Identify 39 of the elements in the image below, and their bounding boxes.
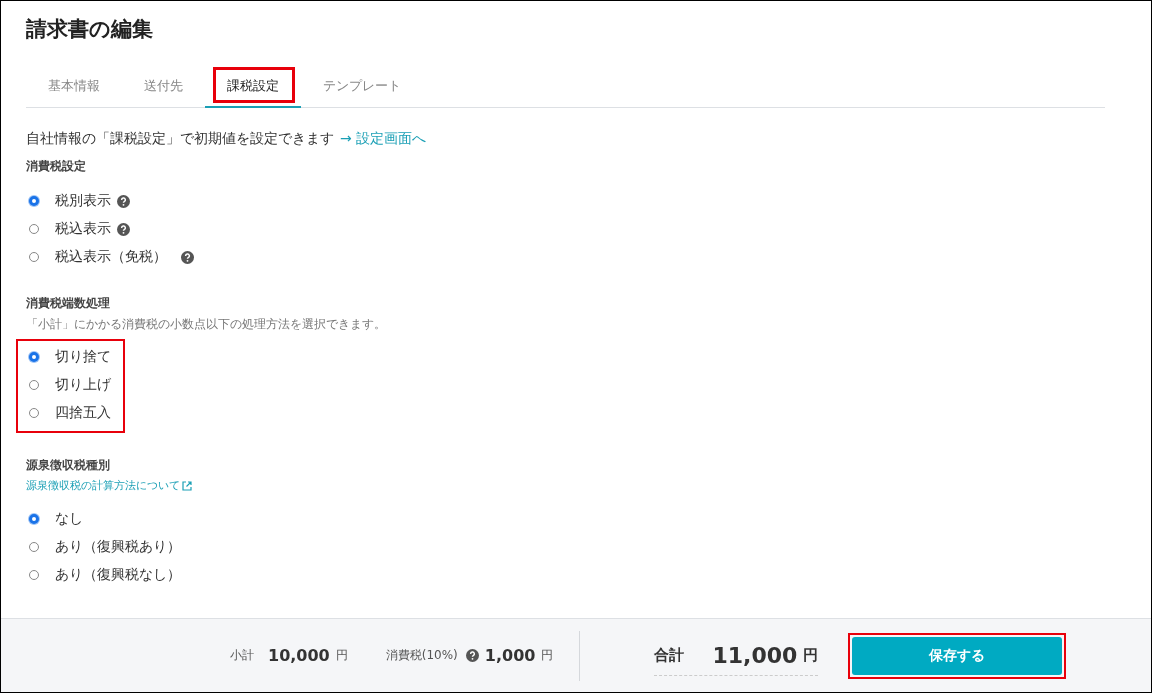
yen-unit: 円: [541, 647, 554, 664]
radio-button[interactable]: [29, 352, 39, 362]
option-label: 税別表示: [55, 192, 111, 210]
subtotal-value: 10,000: [268, 646, 330, 665]
section-heading: 消費税設定: [26, 158, 87, 175]
save-button[interactable]: 保存する: [852, 636, 1063, 675]
help-icon[interactable]: [117, 194, 130, 208]
help-link[interactable]: 源泉徴収税の計算方法について: [26, 478, 180, 493]
radio-button[interactable]: [29, 514, 39, 524]
tab[interactable]: 基本情報: [26, 67, 122, 107]
total-label: 合計: [654, 645, 685, 665]
tax-label: 消費税(10%): [385, 647, 458, 664]
radio-button[interactable]: [29, 196, 39, 206]
option-label: 切り捨て: [55, 348, 111, 366]
option-label: 税込表示: [55, 220, 111, 238]
page-title: 請求書の編集: [26, 16, 154, 43]
option-label: あり（復興税あり）: [55, 538, 181, 556]
section-description: 「小計」にかかる消費税の小数点以下の処理方法を選択できます。: [26, 316, 387, 333]
tab[interactable]: テンプレート: [301, 67, 423, 107]
help-icon[interactable]: [465, 649, 479, 662]
option-label: 四捨五入: [55, 404, 111, 422]
tab[interactable]: 課税設定: [205, 67, 301, 108]
option-label: あり（復興税なし）: [55, 566, 181, 584]
total-value: 11,000: [712, 642, 798, 668]
yen-unit: 円: [335, 647, 348, 664]
help-icon[interactable]: [117, 222, 130, 236]
tax-value: 1,000: [484, 646, 536, 665]
option-label: 税込表示（免税）: [55, 248, 167, 266]
section-heading: 消費税端数処理: [26, 295, 111, 312]
external-link-icon: [182, 480, 192, 491]
subtotal-label: 小計: [230, 647, 254, 664]
option-label: なし: [55, 510, 83, 528]
help-icon[interactable]: [181, 250, 194, 264]
option-label: 切り上げ: [55, 376, 111, 394]
section-heading: 源泉徴収税種別: [26, 457, 111, 474]
yen-unit: 円: [803, 645, 819, 665]
notice-text: 自社情報の「課税設定」で初期値を設定できます: [26, 130, 334, 146]
tab[interactable]: 送付先: [122, 67, 205, 107]
settings-link[interactable]: → 設定画面へ: [340, 130, 427, 146]
